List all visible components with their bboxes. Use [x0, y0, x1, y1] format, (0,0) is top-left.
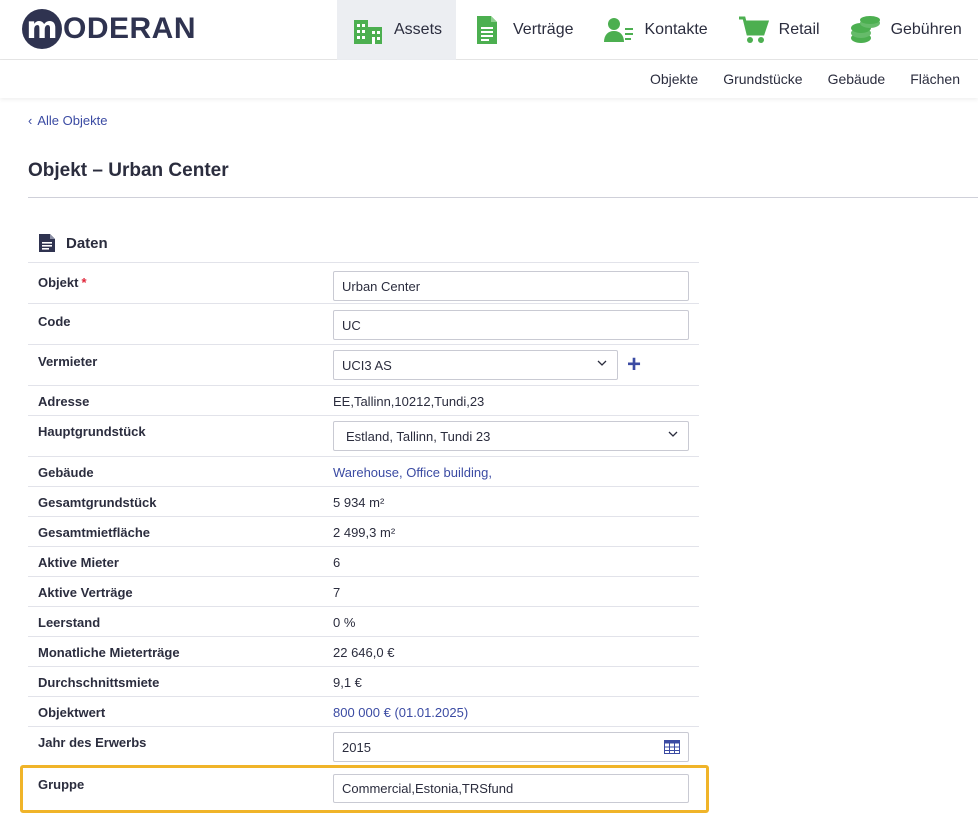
cart-icon: [736, 13, 770, 47]
nav-item-gebuehren[interactable]: Gebühren: [834, 0, 976, 60]
document-icon: [470, 13, 504, 47]
label-gesamtgrundstueck: Gesamtgrundstück: [38, 495, 157, 510]
title-divider: [28, 197, 978, 198]
moderan-logo[interactable]: m ODERAN: [22, 7, 196, 51]
label-monatliche-mietertraege: Monatliche Mieterträge: [38, 645, 180, 660]
adresse-value: EE,Tallinn,10212,Tundi,23: [333, 394, 485, 409]
nav-label-assets: Assets: [394, 21, 443, 38]
add-vermieter-button[interactable]: +: [627, 353, 641, 377]
field-row-aktive-vertraege: Aktive Verträge 7: [28, 576, 699, 606]
field-row-objekt: Objekt * Urban Center: [28, 262, 699, 303]
nav-label-retail: Retail: [778, 21, 820, 38]
page-title: Objekt – Urban Center: [28, 160, 229, 181]
document-icon: [39, 234, 55, 252]
label-durchschnittsmiete: Durchschnittsmiete: [38, 675, 160, 690]
field-row-aktive-mieter: Aktive Mieter 6: [28, 546, 699, 576]
subnav-objekte[interactable]: Objekte: [650, 71, 698, 87]
main-nav: Assets Verträge Kontakte Retail Gebühren: [337, 0, 976, 60]
field-row-jahr-des-erwerbs: Jahr des Erwerbs 2015: [28, 726, 699, 767]
objektwert-link[interactable]: 800 000 € (01.01.2025): [333, 697, 699, 720]
label-aktive-mieter: Aktive Mieter: [38, 555, 119, 570]
field-row-leerstand: Leerstand 0 %: [28, 606, 699, 636]
vermieter-value: UCI3 AS: [342, 357, 392, 373]
subnav-gebaeude[interactable]: Gebäude: [828, 71, 886, 87]
field-row-adresse: Adresse EE,Tallinn,10212,Tundi,23: [28, 385, 699, 415]
logo-text: ODERAN: [63, 12, 197, 45]
field-row-durchschnittsmiete: Durchschnittsmiete 9,1 €: [28, 666, 699, 696]
field-row-objektwert: Objektwert 800 000 € (01.01.2025): [28, 696, 699, 726]
chevron-down-icon: [597, 360, 607, 366]
label-jahr-des-erwerbs: Jahr des Erwerbs: [38, 735, 147, 750]
code-input[interactable]: UC: [333, 310, 689, 340]
label-leerstand: Leerstand: [38, 615, 101, 630]
chevron-down-icon: [668, 431, 678, 437]
objekt-input[interactable]: Urban Center: [333, 271, 689, 301]
label-code: Code: [38, 314, 71, 329]
breadcrumb-label: Alle Objekte: [37, 113, 108, 128]
jahr-des-erwerbs-input[interactable]: 2015: [333, 732, 689, 762]
field-row-hauptgrundstueck: Hauptgrundstück Estland, Tallinn, Tundi …: [28, 415, 699, 456]
contact-icon: [602, 13, 636, 47]
durchschnittsmiete-value: 9,1 €: [333, 675, 362, 690]
field-row-code: Code UC: [28, 303, 699, 344]
gebaeude-links[interactable]: Warehouse, Office building,: [333, 457, 699, 480]
nav-item-assets[interactable]: Assets: [337, 0, 457, 60]
nav-label-kontakte: Kontakte: [644, 21, 708, 38]
building-icon: [351, 13, 385, 47]
field-row-gruppe: Gruppe Commercial,Estonia,TRSfund: [28, 767, 699, 809]
subnav-grundstuecke[interactable]: Grundstücke: [723, 71, 802, 87]
label-vermieter: Vermieter: [38, 354, 98, 369]
sub-navigation-bar: Objekte Grundstücke Gebäude Flächen: [0, 60, 978, 98]
hauptgrundstueck-value: Estland, Tallinn, Tundi 23: [346, 428, 491, 444]
section-header-daten: Daten: [38, 233, 108, 253]
label-hauptgrundstueck: Hauptgrundstück: [38, 424, 146, 439]
leerstand-value: 0 %: [333, 615, 356, 630]
nav-label-gebuehren: Gebühren: [890, 21, 962, 38]
monatliche-mietertraege-value: 22 646,0 €: [333, 645, 395, 660]
gesamtmietflaeche-value: 2 499,3 m²: [333, 525, 396, 540]
jahr-des-erwerbs-value: 2015: [342, 739, 371, 755]
logo-mark: m: [22, 9, 62, 49]
nav-item-retail[interactable]: Retail: [722, 0, 834, 60]
field-row-gebaeude: Gebäude Warehouse, Office building,: [28, 456, 699, 486]
hauptgrundstueck-select[interactable]: Estland, Tallinn, Tundi 23: [333, 421, 689, 451]
label-objektwert: Objektwert: [38, 705, 106, 720]
coins-icon: [848, 13, 882, 47]
vermieter-select[interactable]: UCI3 AS: [333, 350, 618, 380]
nav-item-vertraege[interactable]: Verträge: [456, 0, 587, 60]
subnav-flaechen[interactable]: Flächen: [910, 71, 960, 87]
gesamtgrundstueck-value: 5 934 m²: [333, 495, 385, 510]
field-row-vermieter: Vermieter UCI3 AS +: [28, 344, 699, 385]
label-aktive-vertraege: Aktive Verträge: [38, 585, 133, 600]
label-adresse: Adresse: [38, 394, 90, 409]
field-row-gesamtmietflaeche: Gesamtmietfläche 2 499,3 m²: [28, 516, 699, 546]
chevron-left-icon: ‹: [28, 113, 33, 128]
calendar-icon[interactable]: [664, 740, 680, 754]
label-objekt: Objekt: [38, 275, 79, 290]
section-title: Daten: [66, 234, 108, 252]
nav-label-vertraege: Verträge: [513, 21, 574, 38]
required-mark: *: [81, 275, 87, 290]
aktive-mieter-value: 6: [333, 555, 341, 570]
label-gruppe: Gruppe: [38, 777, 85, 792]
top-navigation-bar: m ODERAN Assets Verträge Kontakte Retail…: [0, 0, 978, 60]
field-row-monatliche-mietertraege: Monatliche Mieterträge 22 646,0 €: [28, 636, 699, 666]
gruppe-input[interactable]: Commercial,Estonia,TRSfund: [333, 774, 689, 803]
aktive-vertraege-value: 7: [333, 585, 341, 600]
field-row-gesamtgrundstueck: Gesamtgrundstück 5 934 m²: [28, 486, 699, 516]
nav-item-kontakte[interactable]: Kontakte: [588, 0, 722, 60]
label-gesamtmietflaeche: Gesamtmietfläche: [38, 525, 150, 540]
breadcrumb-back-link[interactable]: ‹ Alle Objekte: [28, 113, 107, 128]
object-data-form: Objekt * Urban Center Code UC Vermieter U…: [28, 262, 699, 809]
label-gebaeude: Gebäude: [38, 465, 94, 480]
